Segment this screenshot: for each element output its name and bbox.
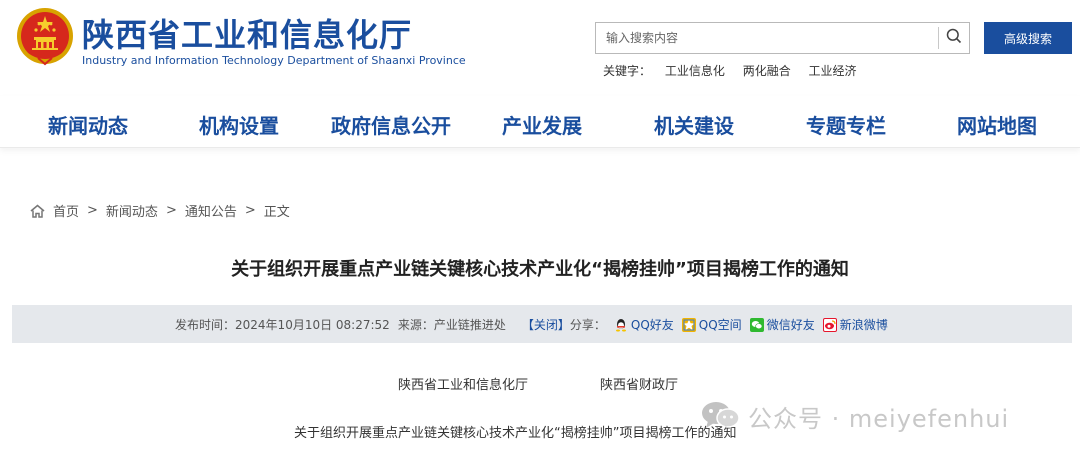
source-label: 来源： — [397, 318, 434, 332]
national-emblem-icon[interactable] — [14, 6, 76, 68]
home-icon[interactable] — [30, 203, 45, 218]
article-meta-bar: 发布时间： 2024年10月10日 08:27:52 来源： 产业链推进处 【关… — [12, 305, 1072, 343]
breadcrumb-separator: > — [165, 203, 177, 218]
keyword-link[interactable]: 工业信息化 — [665, 64, 725, 78]
watermark-text: 公众号 · meiyefenhui — [748, 405, 1010, 433]
article-title: 关于组织开展重点产业链关键核心技术产业化“揭榜挂帅”项目揭榜工作的通知 — [231, 259, 849, 280]
nav-item-industry[interactable]: 产业发展 — [502, 110, 582, 139]
keyword-link[interactable]: 工业经济 — [809, 64, 857, 78]
source-value: 产业链推进处 — [433, 318, 506, 332]
breadcrumb-separator: > — [87, 203, 98, 218]
nav-item-special-topics[interactable]: 专题专栏 — [806, 110, 886, 139]
share-qzone-label: QQ空间 — [698, 318, 742, 332]
qq-icon — [614, 318, 628, 332]
close-link[interactable]: 【关闭】 — [522, 316, 570, 333]
qzone-icon — [681, 317, 696, 332]
share-qq-friend[interactable]: QQ好友 — [614, 316, 674, 333]
advanced-search-button[interactable]: 高级搜索 — [984, 22, 1072, 54]
breadcrumb-notices[interactable]: 通知公告 — [185, 201, 237, 220]
search-icon — [946, 28, 962, 48]
keywords-bar: 关键字： 工业信息化 两化融合 工业经济 — [603, 62, 871, 79]
issuer-industry-dept: 陕西省工业和信息化厅 — [398, 378, 529, 393]
share-weibo-label: 新浪微博 — [839, 318, 888, 332]
search-box — [595, 22, 970, 54]
issuer-finance-dept: 陕西省财政厅 — [600, 378, 679, 393]
site-title[interactable]: 陕西省工业和信息化厅 — [82, 10, 412, 56]
breadcrumb-news[interactable]: 新闻动态 — [106, 201, 158, 220]
share-label: 分享： — [569, 318, 606, 332]
search-divider — [938, 27, 939, 49]
share-wechat-label: 微信好友 — [766, 318, 815, 332]
publish-time-label: 发布时间： — [175, 318, 236, 332]
wechat-watermark: 公众号 · meiyefenhui — [700, 399, 1009, 434]
article-subtitle: 关于组织开展重点产业链关键核心技术产业化“揭榜挂帅”项目揭榜工作的通知 — [294, 426, 737, 441]
nav-item-organization[interactable]: 机构设置 — [199, 110, 279, 139]
breadcrumb: 首页 > 新闻动态 > 通知公告 > 正文 — [30, 201, 290, 220]
share-qzone[interactable]: QQ空间 — [681, 316, 742, 333]
weibo-icon — [822, 317, 837, 332]
search-input[interactable] — [596, 23, 938, 53]
share-weibo[interactable]: 新浪微博 — [822, 316, 888, 333]
keywords-label: 关键字： — [603, 64, 652, 78]
nav-item-sitemap[interactable]: 网站地图 — [957, 110, 1037, 139]
share-wechat[interactable]: 微信好友 — [749, 316, 815, 333]
breadcrumb-current: 正文 — [263, 205, 290, 220]
keyword-link[interactable]: 两化融合 — [743, 64, 791, 78]
site-title-english: Industry and Information Technology Depa… — [82, 54, 466, 67]
main-nav: 新闻动态 机构设置 政府信息公开 产业发展 机关建设 专题专栏 网站地图 — [0, 96, 1080, 148]
share-qq-friend-label: QQ好友 — [630, 318, 674, 332]
search-button[interactable] — [941, 25, 967, 51]
nav-item-gov-info[interactable]: 政府信息公开 — [331, 110, 451, 139]
nav-item-news[interactable]: 新闻动态 — [48, 110, 128, 139]
nav-item-party-building[interactable]: 机关建设 — [654, 110, 734, 139]
breadcrumb-separator: > — [244, 203, 256, 218]
site-header: 陕西省工业和信息化厅 Industry and Information Tech… — [0, 0, 1080, 96]
publish-time: 2024年10月10日 08:27:52 — [235, 318, 390, 332]
wechat-logo-icon — [700, 400, 742, 434]
wechat-icon — [749, 317, 764, 332]
breadcrumb-home[interactable]: 首页 — [53, 201, 79, 220]
